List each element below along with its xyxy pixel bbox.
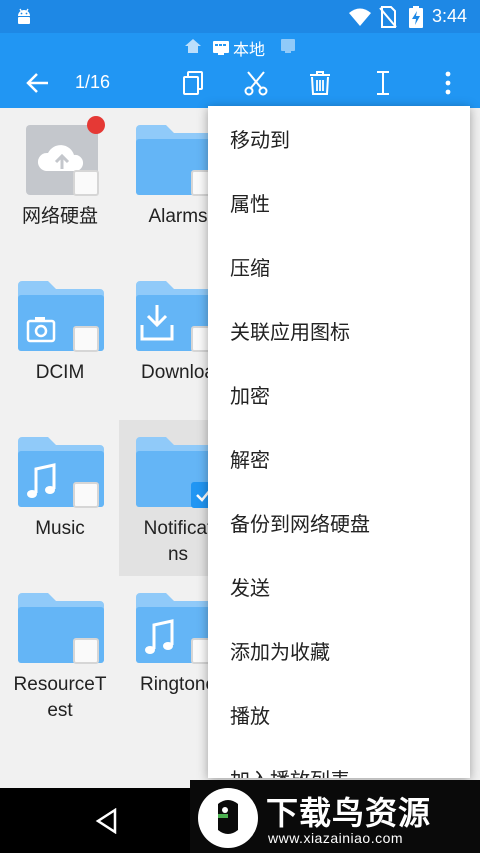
watermark: 下载鸟资源 www.xiazainiao.com — [190, 780, 480, 853]
watermark-url: www.xiazainiao.com — [268, 830, 404, 846]
select-checkbox[interactable] — [73, 170, 99, 196]
watermark-title: 下载鸟资源 — [266, 794, 432, 832]
overflow-menu: 移动到 属性 压缩 关联应用图标 加密 解密 备份到网络硬盘 发送 添加为收藏 … — [208, 106, 470, 778]
menu-item-send[interactable]: 发送 — [208, 554, 470, 618]
back-arrow-icon[interactable] — [24, 69, 52, 97]
menu-item-compress[interactable]: 压缩 — [208, 234, 470, 298]
delete-icon — [310, 71, 330, 95]
battery-charging-icon — [409, 6, 423, 28]
file-tile[interactable]: Music — [1, 420, 119, 576]
notification-dot — [87, 116, 105, 134]
file-tile[interactable]: DCIM — [1, 264, 119, 420]
file-tile[interactable]: 网络硬盘 — [1, 108, 119, 264]
storage-icon — [213, 41, 229, 55]
menu-item-properties[interactable]: 属性 — [208, 170, 470, 234]
file-label: 网络硬盘 — [21, 206, 98, 227]
location-local[interactable]: 本地 — [212, 36, 265, 60]
cut-icon — [244, 71, 268, 96]
file-label: DCIM — [35, 362, 85, 383]
bird-logo-icon — [198, 788, 258, 848]
cut-button[interactable] — [241, 68, 271, 98]
file-tile[interactable]: ResourceT est — [1, 576, 119, 732]
more-icon — [445, 71, 451, 95]
menu-item-favorite[interactable]: 添加为收藏 — [208, 618, 470, 682]
copy-icon — [183, 71, 203, 95]
menu-item-decrypt[interactable]: 解密 — [208, 426, 470, 490]
delete-button[interactable] — [305, 68, 335, 98]
nav-back-icon[interactable] — [95, 808, 119, 834]
android-icon — [18, 8, 30, 24]
app-bar: 1/16 — [0, 59, 480, 108]
location-strip: 本地 — [0, 33, 480, 59]
status-bar: 3:44 — [0, 0, 480, 33]
menu-item-play[interactable]: 播放 — [208, 682, 470, 746]
file-label: ResourceT est — [13, 674, 107, 721]
phone-icon[interactable] — [280, 38, 296, 54]
select-checkbox[interactable] — [73, 326, 99, 352]
menu-item-add-playlist[interactable]: 加入播放列表 — [208, 746, 470, 779]
location-label: 本地 — [233, 40, 266, 59]
rename-icon — [377, 71, 389, 95]
copy-button[interactable] — [178, 68, 208, 98]
rename-button[interactable] — [368, 68, 398, 98]
no-sim-icon — [379, 6, 397, 28]
home-icon[interactable] — [184, 38, 202, 54]
menu-item-assoc-icon[interactable]: 关联应用图标 — [208, 298, 470, 362]
selection-count: 1/16 — [75, 72, 111, 92]
status-time: 3:44 — [432, 6, 468, 26]
more-button[interactable] — [433, 68, 463, 98]
select-checkbox[interactable] — [73, 482, 99, 508]
menu-item-backup-cloud[interactable]: 备份到网络硬盘 — [208, 490, 470, 554]
wifi-icon — [349, 8, 371, 26]
menu-item-encrypt[interactable]: 加密 — [208, 362, 470, 426]
file-label: Music — [35, 518, 85, 539]
select-checkbox[interactable] — [73, 638, 99, 664]
menu-item-move-to[interactable]: 移动到 — [208, 106, 470, 170]
